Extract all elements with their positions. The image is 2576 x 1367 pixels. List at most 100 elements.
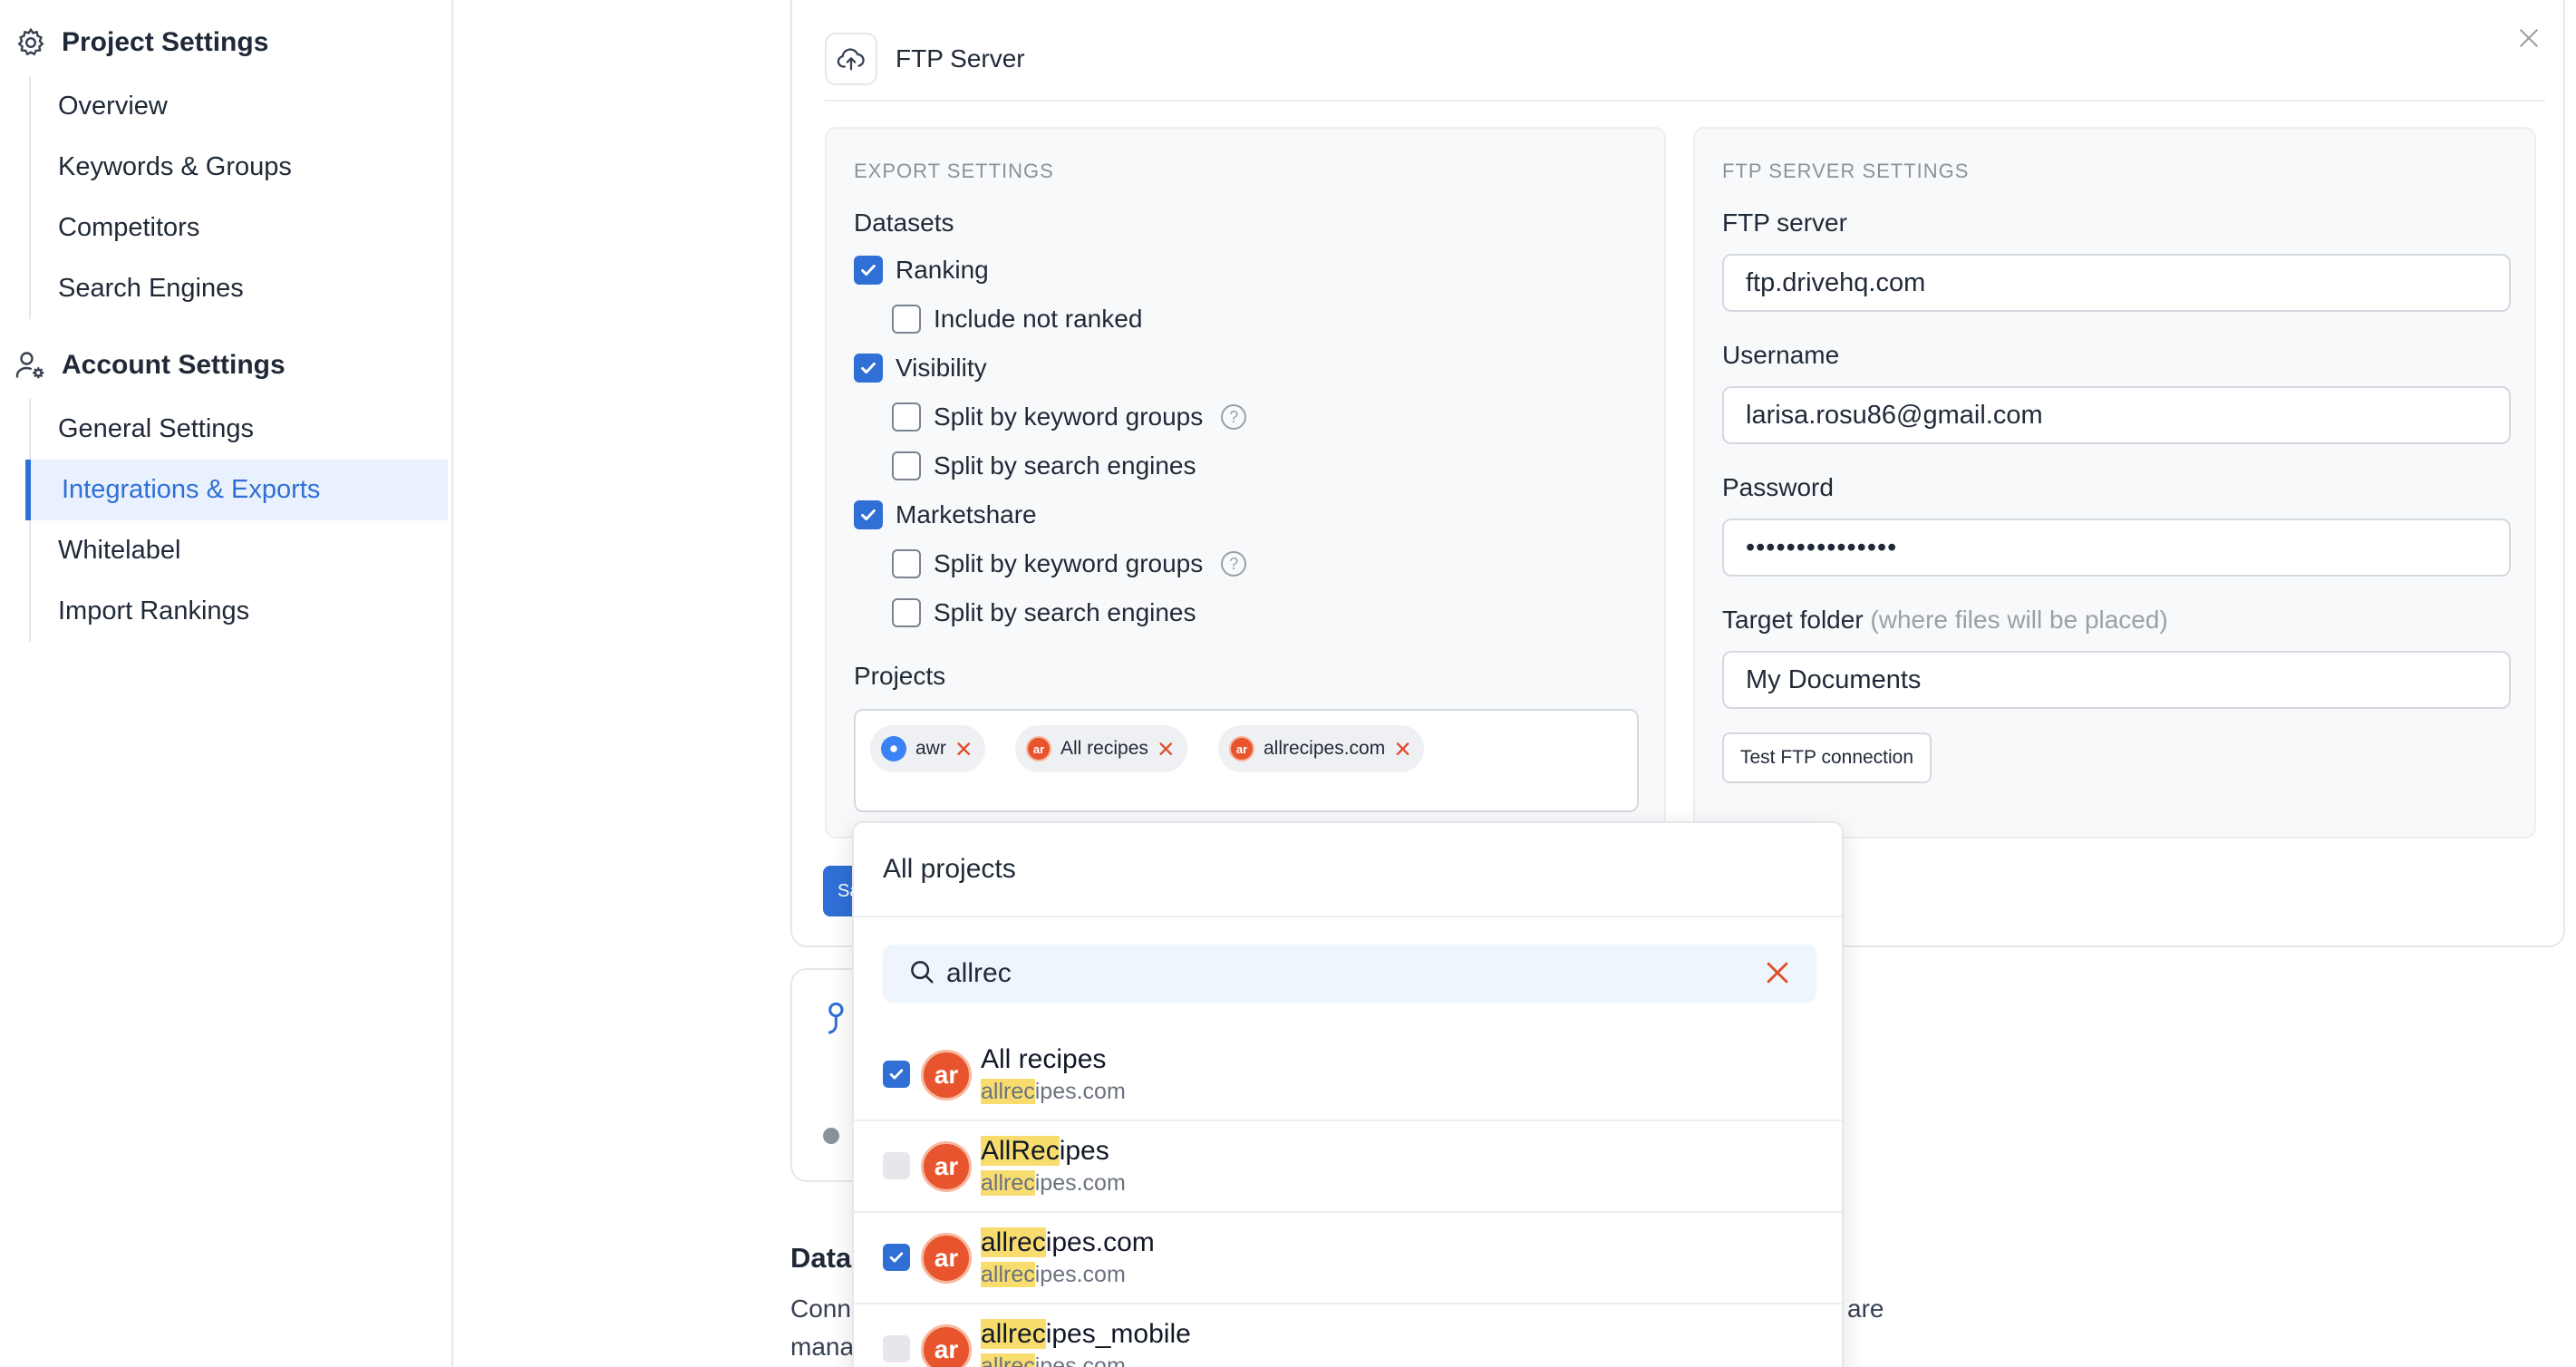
ftp-settings-panel: FTP SERVER SETTINGS FTP server ftp.drive… [1693, 127, 2536, 839]
ftp-server-card: FTP Server EXPORT SETTINGS Datasets Rank… [790, 0, 2565, 947]
remove-chip-icon[interactable]: × [955, 734, 973, 763]
marketshare-checkbox[interactable] [854, 500, 883, 529]
project-option[interactable]: ar allrecipes.com allrecipes.com [854, 1213, 1842, 1304]
project-option-name: AllRecipes [981, 1136, 1109, 1166]
sidebar-item-general-settings[interactable]: General Settings [31, 399, 453, 460]
account-settings-header: Account Settings [13, 343, 286, 388]
account-settings-list: General Settings Integrations & Exports … [25, 399, 453, 642]
project-option[interactable]: ar allrecipes_mobile allrecipes.com [854, 1304, 1842, 1367]
search-input[interactable]: allrec [946, 958, 1012, 989]
project-option[interactable]: ar AllRecipes allrecipes.com [854, 1121, 1842, 1213]
sidebar-item-competitors[interactable]: Competitors [31, 198, 453, 258]
marketshare-split-groups-option[interactable]: Split by keyword groups ? [892, 549, 1247, 578]
project-avatar: ar [921, 1233, 972, 1284]
cloud-upload-icon [825, 33, 877, 85]
ranking-option[interactable]: Ranking [854, 256, 989, 285]
visibility-split-groups-option[interactable]: Split by keyword groups ? [892, 402, 1247, 431]
export-settings-panel: EXPORT SETTINGS Datasets Ranking Include… [825, 127, 1666, 839]
remove-chip-icon[interactable]: × [1394, 734, 1411, 763]
project-avatar: ar [1229, 736, 1254, 761]
description-line1-start: Conn [790, 1294, 851, 1323]
project-option-checkbox[interactable] [883, 1244, 910, 1271]
sidebar-item-keywords-groups[interactable]: Keywords & Groups [31, 137, 453, 198]
card-title: FTP Server [896, 44, 1025, 73]
visibility-split-groups-checkbox[interactable] [892, 402, 921, 431]
marketshare-split-groups-checkbox[interactable] [892, 549, 921, 578]
visibility-split-engines-checkbox[interactable] [892, 451, 921, 480]
user-gear-icon [13, 347, 49, 383]
help-circle-icon[interactable]: ? [1221, 551, 1247, 577]
projects-select[interactable]: awr × ar All recipes × ar allrecipes.com… [854, 709, 1639, 812]
project-settings-list: Overview Keywords & Groups Competitors S… [29, 76, 453, 319]
target-folder-label-row: Target folder (where files will be place… [1722, 606, 2168, 635]
projects-dropdown: All projects allrec ar All recipes allre… [852, 821, 1844, 1367]
sidebar-item-whitelabel[interactable]: Whitelabel [31, 520, 453, 581]
chip-label: All recipes [1060, 738, 1148, 759]
include-not-ranked-checkbox[interactable] [892, 305, 921, 334]
sidebar: Project Settings Overview Keywords & Gro… [0, 0, 453, 1367]
integration-icon [819, 1001, 847, 1042]
marketshare-split-engines-label: Split by search engines [934, 598, 1196, 626]
card-header: FTP Server [825, 18, 2545, 102]
ftp-server-label: FTP server [1722, 208, 1847, 237]
sidebar-item-integrations-exports[interactable]: Integrations & Exports [25, 460, 448, 520]
visibility-option[interactable]: Visibility [854, 354, 987, 383]
remove-chip-icon[interactable]: × [1157, 734, 1175, 763]
username-label: Username [1722, 341, 1840, 369]
visibility-label: Visibility [896, 354, 987, 382]
help-circle-icon[interactable]: ? [1221, 404, 1247, 430]
ranking-checkbox[interactable] [854, 256, 883, 285]
marketshare-split-engines-checkbox[interactable] [892, 598, 921, 627]
export-settings-label: EXPORT SETTINGS [854, 160, 1054, 182]
project-option-domain: allrecipes.com [981, 1079, 1126, 1104]
project-chip-awr: awr × [870, 725, 985, 772]
project-option-name: allrecipes_mobile [981, 1319, 1191, 1349]
datasets-label: Datasets [854, 208, 954, 237]
project-option-domain: allrecipes.com [981, 1170, 1126, 1196]
sidebar-item-search-engines[interactable]: Search Engines [31, 258, 453, 319]
password-input[interactable]: ••••••••••••••• [1722, 519, 2511, 577]
sidebar-item-import-rankings[interactable]: Import Rankings [31, 581, 453, 642]
include-not-ranked-option[interactable]: Include not ranked [892, 305, 1142, 334]
chip-label: awr [915, 738, 946, 759]
project-option-name: All recipes [981, 1044, 1107, 1074]
username-input[interactable]: larisa.rosu86@gmail.com [1722, 386, 2511, 444]
secondary-card [790, 968, 854, 1182]
project-option-domain: allrecipes.com [981, 1353, 1126, 1367]
target-folder-input[interactable]: My Documents [1722, 651, 2511, 709]
projects-label: Projects [854, 662, 946, 690]
test-ftp-connection-button[interactable]: Test FTP connection [1722, 732, 1932, 783]
password-label: Password [1722, 473, 1834, 501]
visibility-split-engines-label: Split by search engines [934, 451, 1196, 480]
chip-label: allrecipes.com [1264, 738, 1386, 759]
visibility-checkbox[interactable] [854, 354, 883, 383]
visibility-split-groups-label: Split by keyword groups [934, 402, 1204, 431]
description-line2-start: mana [790, 1333, 855, 1361]
marketshare-option[interactable]: Marketshare [854, 500, 1037, 529]
project-option-checkbox[interactable] [883, 1061, 910, 1088]
ftp-server-input[interactable]: ftp.drivehq.com [1722, 254, 2511, 312]
project-option-checkbox[interactable] [883, 1335, 910, 1362]
ranking-label: Ranking [896, 256, 989, 284]
close-icon[interactable] [2511, 20, 2547, 56]
marketshare-split-engines-option[interactable]: Split by search engines [892, 598, 1196, 627]
marketshare-label: Marketshare [896, 500, 1037, 528]
marketshare-split-groups-label: Split by keyword groups [934, 549, 1204, 577]
sidebar-item-overview[interactable]: Overview [31, 76, 453, 137]
project-search-field[interactable]: allrec [883, 945, 1816, 1003]
description-line1-end: are [1847, 1294, 1884, 1323]
clear-search-icon[interactable] [1762, 957, 1793, 993]
project-settings-header: Project Settings [13, 20, 268, 65]
gear-icon [13, 24, 49, 61]
dropdown-header[interactable]: All projects [854, 823, 1842, 917]
project-avatar: ar [921, 1050, 972, 1100]
project-option[interactable]: ar All recipes allrecipes.com [854, 1030, 1842, 1121]
project-avatar: ar [1026, 736, 1051, 761]
project-option-domain: allrecipes.com [981, 1262, 1126, 1287]
project-settings-title: Project Settings [62, 27, 269, 57]
target-folder-hint: (where files will be placed) [1870, 606, 2168, 634]
project-chip-all-recipes: ar All recipes × [1015, 725, 1187, 772]
awr-logo-icon [881, 736, 906, 761]
visibility-split-engines-option[interactable]: Split by search engines [892, 451, 1196, 480]
project-option-checkbox[interactable] [883, 1152, 910, 1179]
